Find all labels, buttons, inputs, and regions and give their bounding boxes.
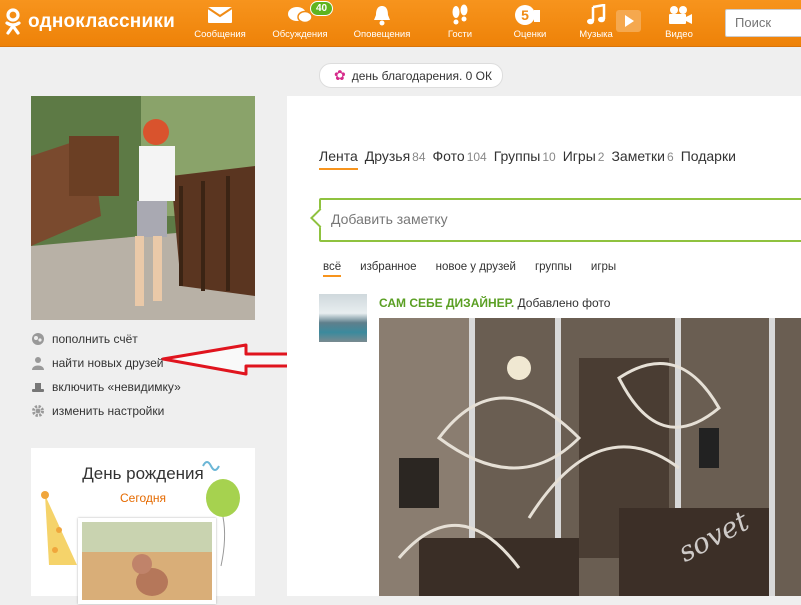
rating-five-icon: 5	[515, 5, 540, 25]
tab-groups[interactable]: Группы 10	[494, 148, 556, 170]
nav-label: Гости	[447, 29, 473, 40]
search-box[interactable]	[725, 9, 801, 37]
nav-label: Сообщения	[194, 29, 246, 40]
post-group-avatar[interactable]	[319, 294, 367, 342]
ok-logo-icon	[5, 8, 21, 35]
footprints-icon	[452, 4, 468, 25]
post-image[interactable]	[379, 318, 801, 596]
tab-friends[interactable]: Друзья 84	[365, 148, 426, 170]
coins-icon	[32, 333, 44, 345]
tab-gifts[interactable]: Подарки	[681, 148, 736, 170]
nav-guests[interactable]: Гости	[424, 4, 496, 40]
nav-notifications[interactable]: Оповещения	[346, 4, 418, 40]
menu-invisible-mode[interactable]: включить «невидимку»	[31, 380, 181, 394]
tab-feed[interactable]: Лента	[319, 148, 358, 170]
holiday-text: день благодарения. 0 ОК	[351, 68, 493, 83]
holiday-flower-icon: ✿	[334, 67, 346, 83]
menu-label: пополнить счёт	[52, 332, 138, 346]
nav-label: Оценки	[513, 29, 547, 40]
post-action: Добавлено фото	[517, 296, 611, 310]
filter-all[interactable]: всё	[323, 261, 342, 277]
menu-settings[interactable]: изменить настройки	[31, 404, 164, 418]
menu-find-friends[interactable]: найти новых друзей	[31, 356, 163, 370]
person-icon	[32, 357, 44, 370]
menu-label: включить «невидимку»	[52, 380, 181, 394]
birthday-subtitle: Сегодня	[120, 491, 166, 505]
add-note-field[interactable]: Добавить заметку	[310, 198, 801, 242]
profile-tabs: Лента Друзья 84 Фото 104 Группы 10 Игры 2 За…	[319, 148, 743, 170]
feed-filters: всё избранное новое у друзей группы игры	[323, 261, 635, 277]
menu-label: изменить настройки	[52, 404, 165, 418]
nav-label: Видео	[665, 29, 693, 40]
filter-favorites[interactable]: избранное	[360, 261, 416, 277]
filter-groups[interactable]: группы	[535, 261, 572, 277]
post-author-link[interactable]: САМ СЕБЕ ДИЗАЙНЕР.	[379, 296, 514, 310]
gear-icon	[32, 405, 44, 417]
birthday-widget[interactable]: День рождения Сегодня	[31, 448, 255, 604]
post-header: САМ СЕБЕ ДИЗАЙНЕР. Добавлено фото	[379, 296, 610, 310]
top-bar: одноклассники Сообщения Обсуждения 40 Оп…	[0, 0, 801, 47]
add-note-placeholder: Добавить заметку	[331, 211, 448, 227]
birthday-friend-photo[interactable]	[78, 518, 216, 604]
nav-label: Обсуждения	[272, 29, 328, 40]
tab-games[interactable]: Игры 2	[563, 148, 605, 170]
tab-photos[interactable]: Фото 104	[433, 148, 487, 170]
filter-friends-new[interactable]: новое у друзей	[436, 261, 516, 277]
nav-label: Оповещения	[353, 29, 411, 40]
music-note-icon	[587, 4, 606, 25]
nav-discussions[interactable]: Обсуждения 40	[264, 1, 336, 40]
play-icon	[625, 15, 634, 27]
notification-badge: 40	[310, 1, 334, 16]
hat-icon	[32, 383, 44, 392]
post-photo	[379, 318, 801, 596]
search-input[interactable]	[726, 10, 801, 34]
video-camera-icon	[669, 6, 692, 24]
brand-name: одноклассники	[28, 11, 175, 32]
play-button[interactable]	[616, 10, 641, 32]
nav-ratings[interactable]: 5 Оценки	[494, 4, 566, 40]
filter-games[interactable]: игры	[591, 261, 616, 277]
profile-avatar[interactable]	[31, 96, 255, 320]
holiday-banner[interactable]: ✿ день благодарения. 0 ОК	[319, 63, 504, 88]
svg-text:5: 5	[521, 7, 529, 23]
envelope-icon	[207, 7, 233, 23]
birthday-title: День рождения	[82, 464, 204, 483]
bell-icon	[374, 6, 390, 26]
nav-messages[interactable]: Сообщения	[184, 4, 256, 40]
menu-top-up-balance[interactable]: пополнить счёт	[31, 332, 138, 346]
profile-photo	[31, 96, 255, 320]
tab-notes[interactable]: Заметки 6	[611, 148, 673, 170]
nav-video[interactable]: Видео	[643, 4, 715, 40]
friend-photo-image	[82, 522, 212, 600]
logo[interactable]: одноклассники	[4, 8, 175, 36]
menu-label: найти новых друзей	[52, 356, 164, 370]
